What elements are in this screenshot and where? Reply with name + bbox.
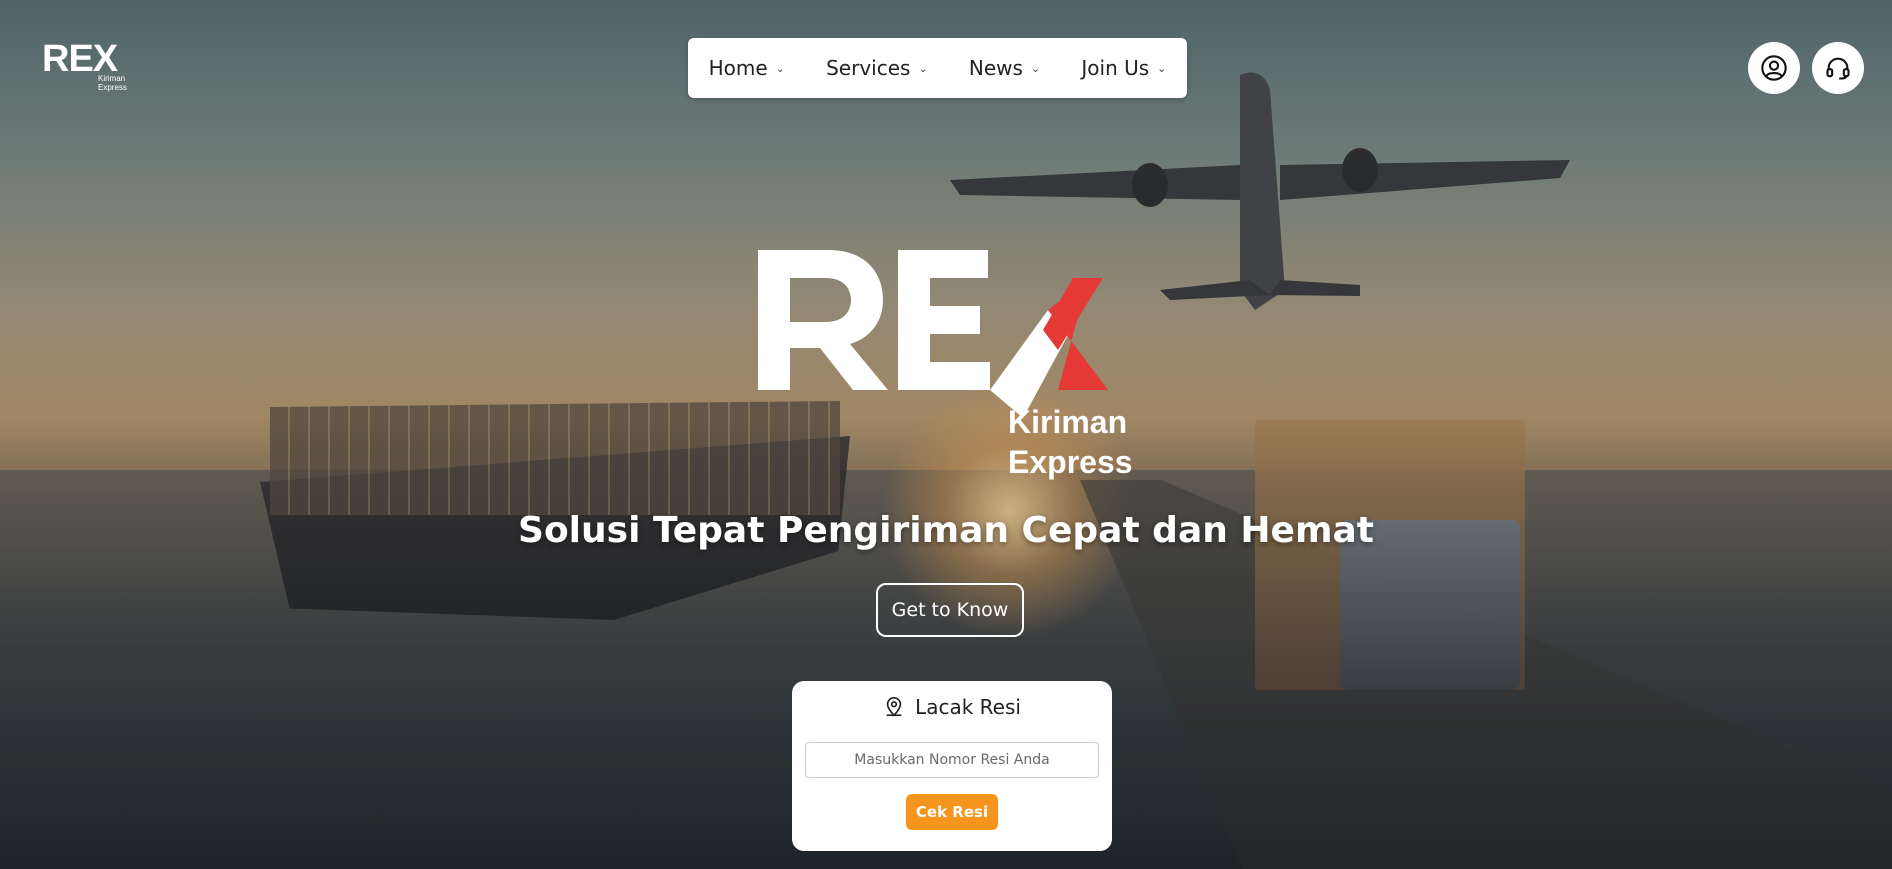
nav-item-join-us[interactable]: Join Us ⌄ [1081, 56, 1166, 80]
chevron-down-icon: ⌄ [918, 61, 928, 75]
nav-item-services[interactable]: Services ⌄ [826, 56, 928, 80]
nav-item-home[interactable]: Home ⌄ [709, 56, 785, 80]
hero-logo-sub-line1: Kiriman [1008, 404, 1128, 440]
hero-logo-subtext: Kiriman Express [1008, 402, 1133, 482]
headset-icon [1826, 57, 1850, 80]
support-button[interactable] [1812, 42, 1864, 94]
logo-subtext: Kiriman Express [98, 74, 127, 92]
get-to-know-button[interactable]: Get to Know [876, 583, 1024, 637]
hero-headline: Solusi Tepat Pengiriman Cepat dan Hemat [518, 510, 1374, 551]
nav-item-label: Services [826, 56, 911, 80]
tracking-number-input[interactable] [805, 742, 1099, 778]
hero-logo: Kiriman Express [758, 250, 1138, 480]
user-icon [1761, 55, 1787, 81]
check-tracking-button[interactable]: Cek Resi [906, 794, 998, 830]
nav-item-label: News [968, 56, 1023, 80]
nav-item-news[interactable]: News ⌄ [969, 56, 1040, 80]
hero-section: REX Kiriman Express Home ⌄ Services ⌄ Ne… [0, 0, 1892, 869]
chevron-down-icon: ⌄ [775, 61, 785, 75]
logo-sub-line2: Express [98, 83, 127, 92]
logo-text: REX [42, 38, 118, 80]
tracking-title: Lacak Resi [792, 695, 1112, 719]
location-pin-icon [886, 697, 902, 717]
chevron-down-icon: ⌄ [1157, 61, 1167, 75]
nav-item-label: Home [708, 56, 768, 80]
tracking-title-label: Lacak Resi [915, 695, 1021, 719]
nav-item-label: Join Us [1081, 56, 1150, 80]
chevron-down-icon: ⌄ [1030, 61, 1041, 75]
logo-sub-line1: Kiriman [98, 74, 126, 83]
hero-logo-sub-line2: Express [1008, 444, 1133, 480]
account-button[interactable] [1748, 42, 1800, 94]
site-logo[interactable]: REX Kiriman Express [42, 38, 127, 92]
tracking-card: Lacak Resi Cek Resi [792, 681, 1112, 851]
main-nav: Home ⌄ Services ⌄ News ⌄ Join Us ⌄ [688, 38, 1187, 98]
